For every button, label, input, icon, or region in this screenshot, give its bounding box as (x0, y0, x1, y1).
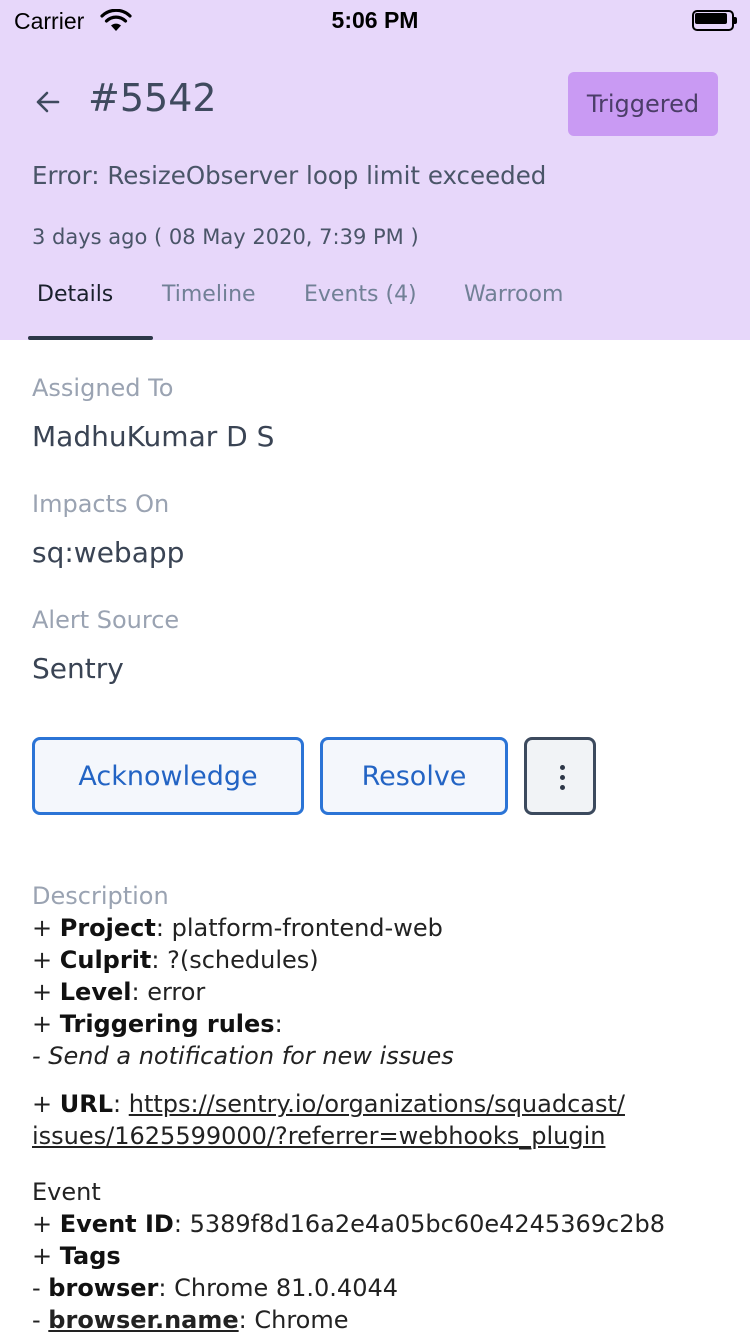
incident-timestamp: 3 days ago ( 08 May 2020, 7:39 PM ) (32, 225, 419, 249)
impacts-on-label: Impacts On (32, 490, 170, 518)
description-culprit-line: + Culprit: ?(schedules) (32, 946, 319, 974)
alert-source-label: Alert Source (32, 606, 180, 634)
assigned-to-value: MadhuKumar D S (32, 420, 275, 453)
alert-source-value: Sentry (32, 652, 124, 685)
description-level-line: + Level: error (32, 978, 206, 1006)
tab-timeline[interactable]: Timeline (162, 282, 256, 307)
status-badge[interactable]: Triggered (568, 72, 718, 136)
browser-name-link[interactable]: browser.name (48, 1306, 238, 1334)
event-tags-line: + Tags (32, 1242, 121, 1270)
sentry-issue-link-continued[interactable]: issues/1625599000/?referrer=webhooks_plu… (32, 1122, 605, 1150)
incident-header: Carrier 5:06 PM #5542 Triggered Error: R… (0, 0, 750, 340)
tab-bar: Details Timeline Events (4) Warroom (0, 268, 750, 340)
resolve-button[interactable]: Resolve (320, 737, 508, 815)
sentry-issue-link[interactable]: https://sentry.io/organizations/squadcas… (129, 1090, 625, 1118)
more-options-button[interactable] (524, 737, 596, 815)
battery-icon (692, 10, 737, 31)
status-bar: Carrier 5:06 PM (0, 0, 750, 40)
acknowledge-button[interactable]: Acknowledge (32, 737, 304, 815)
event-heading: Event (32, 1178, 101, 1206)
incident-id: #5542 (88, 76, 217, 120)
incident-error-message: Error: ResizeObserver loop limit exceede… (32, 161, 547, 190)
description-url-block: + URL: https://sentry.io/organizations/s… (32, 1090, 625, 1150)
description-triggering-line: + Triggering rules: (32, 1010, 283, 1038)
tag-browser-name-line: - browser.name: Chrome (32, 1306, 349, 1334)
assigned-to-label: Assigned To (32, 374, 174, 402)
tab-details[interactable]: Details (37, 282, 113, 307)
impacts-on-value: sq:webapp (32, 536, 185, 569)
active-tab-indicator (28, 336, 153, 340)
description-rule-line: - Send a notification for new issues (32, 1042, 454, 1070)
tag-browser-line: - browser: Chrome 81.0.4044 (32, 1274, 399, 1302)
description-block: Description + Project: platform-frontend… (32, 880, 454, 1072)
tab-events[interactable]: Events (4) (304, 282, 417, 307)
event-block: Event + Event ID: 5389f8d16a2e4a05bc60e4… (32, 1176, 665, 1336)
clock: 5:06 PM (331, 7, 419, 33)
event-id-line: + Event ID: 5389f8d16a2e4a05bc60e4245369… (32, 1210, 665, 1238)
description-label: Description (32, 882, 169, 910)
back-arrow-icon[interactable] (32, 86, 64, 118)
tab-warroom[interactable]: Warroom (464, 282, 563, 307)
description-project-line: + Project: platform-frontend-web (32, 914, 443, 942)
